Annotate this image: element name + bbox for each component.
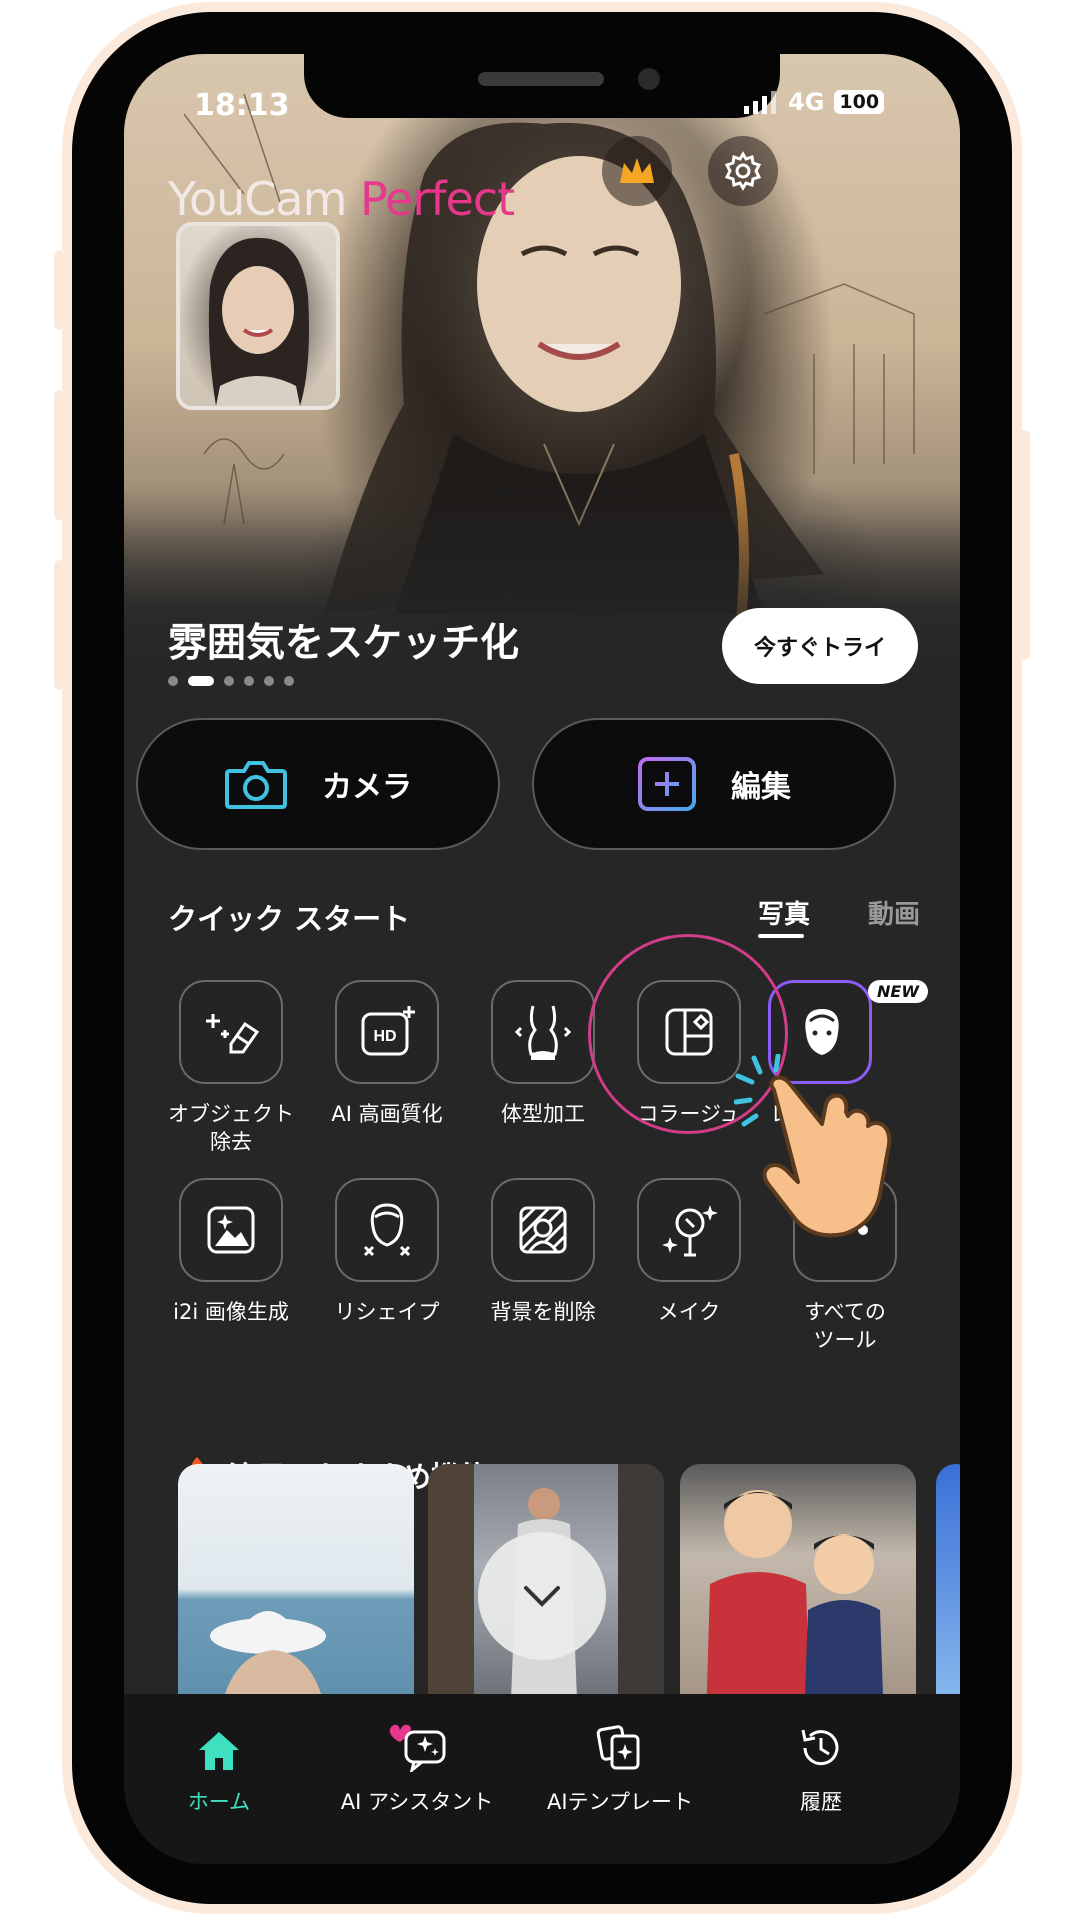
- home-icon: [199, 1732, 239, 1770]
- nav-label: AIテンプレート: [547, 1790, 693, 1814]
- svg-text:HD: HD: [373, 1028, 396, 1045]
- nav-history[interactable]: 履歴: [726, 1722, 916, 1816]
- tool-label: 体型加工: [501, 1102, 585, 1126]
- phone-volume-down-button: [54, 560, 66, 690]
- nav-label: ホーム: [187, 1790, 251, 1814]
- tool-label: メイク: [657, 1300, 721, 1324]
- tool-label: AI 高画質化: [331, 1102, 443, 1126]
- battery-icon: 100: [834, 90, 885, 114]
- tool-icon-frame: HD: [335, 980, 439, 1084]
- nav-icon-wrap: [520, 1722, 720, 1772]
- tool-label: 背景を削除: [490, 1300, 596, 1324]
- eraser-sparkle-icon: [206, 1014, 260, 1054]
- carousel-indicator[interactable]: [168, 676, 294, 686]
- premium-crown-button[interactable]: [602, 136, 672, 206]
- tool-ai-hd[interactable]: HD AI 高画質化: [312, 980, 462, 1128]
- featured-card-3[interactable]: [680, 1464, 916, 1724]
- face-retouch-icon: [805, 1009, 839, 1055]
- ai-assistant-icon: [389, 1724, 446, 1772]
- featured-card-4-partial[interactable]: [936, 1464, 960, 1724]
- gear-icon: [724, 151, 762, 191]
- carousel-dot[interactable]: [264, 676, 274, 686]
- nav-home[interactable]: ホーム: [124, 1722, 314, 1816]
- tab-photo[interactable]: 写真: [758, 894, 810, 931]
- phone-power-button: [1018, 430, 1030, 660]
- phone-silent-switch: [54, 250, 66, 330]
- network-type: 4G: [788, 88, 825, 116]
- tool-reshape[interactable]: リシェイプ: [312, 1178, 462, 1326]
- nav-ai-template[interactable]: AIテンプレート: [520, 1722, 720, 1816]
- camera-icon: [225, 761, 287, 809]
- carousel-dot[interactable]: [244, 676, 254, 686]
- edit-button[interactable]: 編集: [532, 718, 896, 850]
- tab-photo-underline: [758, 934, 804, 938]
- history-icon: [801, 1729, 839, 1766]
- crown-icon: [620, 158, 654, 183]
- try-now-button[interactable]: 今すぐトライ: [722, 608, 918, 684]
- camera-label: カメラ: [322, 770, 412, 805]
- nav-ai-assistant[interactable]: AI アシスタント: [314, 1722, 520, 1816]
- camera-button[interactable]: カメラ: [136, 718, 500, 850]
- front-camera: [638, 68, 660, 90]
- tool-label: オブジェクト 除去: [168, 1102, 294, 1154]
- hero-banner[interactable]: YouCam Perfect 雰囲気をスケッチ化 今すぐトライ: [124, 54, 960, 694]
- logo-text-youcam: YouCam: [168, 172, 347, 226]
- new-badge: NEW: [868, 980, 928, 1003]
- nav-icon-wrap: [726, 1722, 916, 1772]
- nav-icon-wrap: [124, 1722, 314, 1772]
- settings-button[interactable]: [708, 136, 778, 206]
- status-indicators: 4G 100: [744, 88, 885, 116]
- body-shape-icon: [515, 1005, 571, 1060]
- add-edit-icon: [638, 757, 696, 811]
- tool-icon-frame: [335, 1178, 439, 1282]
- status-time: 18:13: [194, 88, 290, 123]
- tool-remove-background[interactable]: 背景を削除: [468, 1178, 618, 1326]
- app-screen: YouCam Perfect 雰囲気をスケッチ化 今すぐトライ 18:13 4G…: [124, 54, 960, 1864]
- nav-icon-wrap: [314, 1722, 520, 1772]
- quick-start-title: クイック スタート: [168, 902, 411, 936]
- tool-label: i2i 画像生成: [173, 1300, 289, 1324]
- carousel-dot[interactable]: [224, 676, 234, 686]
- carousel-dot[interactable]: [168, 676, 178, 686]
- ai-template-icon: [596, 1725, 640, 1770]
- background-remove-icon: [519, 1206, 567, 1254]
- scroll-down-button[interactable]: [478, 1532, 606, 1660]
- tool-label: すべての ツール: [804, 1300, 886, 1352]
- pointing-hand-icon: [734, 1054, 892, 1238]
- tab-video[interactable]: 動画: [868, 894, 920, 931]
- tool-label: リシェイプ: [334, 1300, 440, 1324]
- notch: [304, 54, 780, 118]
- carousel-dot-active[interactable]: [188, 676, 214, 686]
- hero-thumbnail[interactable]: [176, 222, 340, 410]
- nav-label: 履歴: [800, 1790, 842, 1814]
- signal-icon: [744, 91, 776, 114]
- speaker-grille: [478, 72, 604, 86]
- logo-text-perfect: Perfect: [360, 172, 515, 226]
- featured-card-image: [210, 1611, 328, 1724]
- app-logo: YouCam Perfect: [168, 172, 515, 226]
- hero-title: 雰囲気をスケッチ化: [168, 621, 520, 666]
- tool-icon-frame: [491, 980, 595, 1084]
- edit-label: 編集: [731, 770, 791, 805]
- featured-card-image: [706, 1490, 884, 1724]
- tool-object-removal[interactable]: オブジェクト 除去: [156, 980, 306, 1156]
- tool-icon-frame: [179, 1178, 283, 1282]
- carousel-dot[interactable]: [284, 676, 294, 686]
- tool-i2i-generate[interactable]: i2i 画像生成: [156, 1178, 306, 1326]
- hd-icon: HD: [361, 1006, 415, 1056]
- tool-icon-frame: [637, 1178, 741, 1282]
- makeup-mirror-icon: [662, 1205, 718, 1257]
- tool-icon-frame: [179, 980, 283, 1084]
- tool-icon-frame: [491, 1178, 595, 1282]
- thumbnail-portrait: [208, 237, 309, 406]
- chevron-down-icon: [524, 1586, 560, 1607]
- phone-volume-up-button: [54, 390, 66, 520]
- featured-card-1[interactable]: [178, 1464, 414, 1724]
- nav-label: AI アシスタント: [340, 1790, 494, 1814]
- image-generate-icon: [207, 1206, 255, 1254]
- reshape-icon: [363, 1203, 411, 1257]
